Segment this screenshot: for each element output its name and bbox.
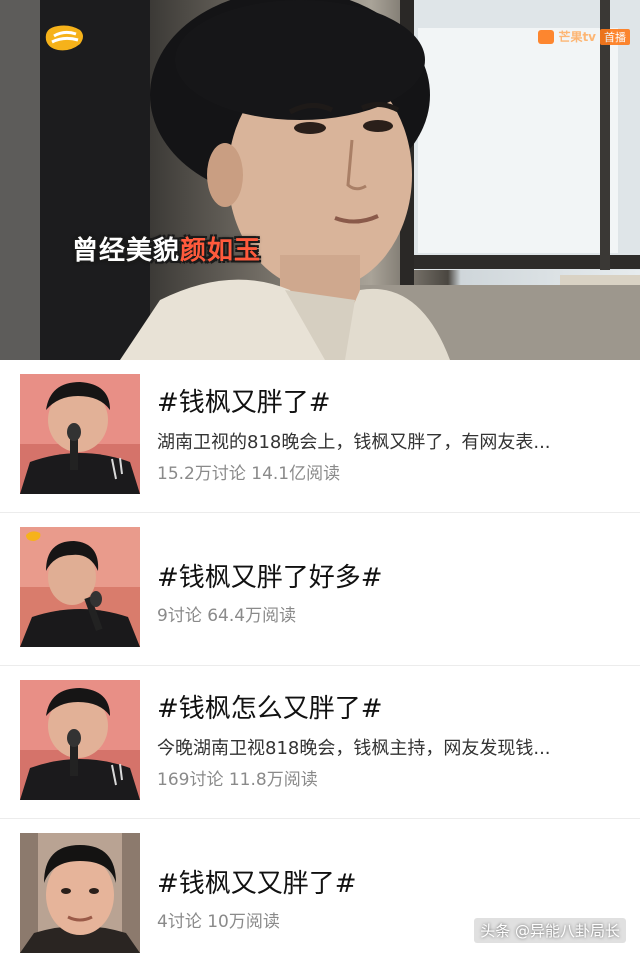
topic-stats: 15.2万讨论 14.1亿阅读 xyxy=(157,464,341,484)
topic-thumbnail xyxy=(20,374,140,494)
topic-description: 今晚湖南卫视818晚会，钱枫主持，网友发现钱... xyxy=(157,738,551,759)
subtitle-text: 曾经美貌 xyxy=(72,236,181,266)
topic-description: 湖南卫视的818晚会上，钱枫又胖了，有网友表... xyxy=(157,432,551,453)
topic-thumbnail xyxy=(20,833,140,953)
topic-item[interactable]: #钱枫又胖了# 湖南卫视的818晚会上，钱枫又胖了，有网友表... 15.2万讨… xyxy=(0,360,640,513)
topic-title[interactable]: #钱枫又又胖了# xyxy=(157,863,357,900)
topic-title[interactable]: #钱枫怎么又胖了# xyxy=(157,688,383,725)
topic-title[interactable]: #钱枫又胖了好多# xyxy=(157,557,383,594)
topic-stats: 9讨论 64.4万阅读 xyxy=(157,606,297,626)
stream-badge: 芒果tv 首播 xyxy=(538,28,630,45)
topic-list: #钱枫又胖了# 湖南卫视的818晚会上，钱枫又胖了，有网友表... 15.2万讨… xyxy=(0,360,640,972)
video-subtitle: 曾经美貌颜如玉 xyxy=(72,230,261,267)
topic-title[interactable]: #钱枫又胖了# xyxy=(157,382,331,419)
topic-item[interactable]: #钱枫又胖了好多# 9讨论 64.4万阅读 xyxy=(0,513,640,666)
stream-badge-tag: 首播 xyxy=(600,28,630,45)
topic-stats: 4讨论 10万阅读 xyxy=(157,912,280,932)
video-still: 芒果tv 首播 曾经美貌颜如玉 xyxy=(0,0,640,360)
topic-thumbnail xyxy=(20,527,140,647)
topic-thumbnail xyxy=(20,680,140,800)
mango-tv-logo-icon xyxy=(538,29,555,44)
subtitle-highlight: 颜如玉 xyxy=(180,236,262,266)
topic-stats: 169讨论 11.8万阅读 xyxy=(157,770,318,790)
topic-item[interactable]: #钱枫怎么又胖了# 今晚湖南卫视818晚会，钱枫主持，网友发现钱... 169讨… xyxy=(0,666,640,819)
stream-badge-app: 芒果tv xyxy=(558,30,596,44)
source-watermark: 头条 @异能八卦局长 xyxy=(474,918,626,943)
video-frame-illustration xyxy=(0,0,640,360)
topic-item[interactable]: #钱枫又又胖了# 4讨论 10万阅读 xyxy=(0,819,640,972)
